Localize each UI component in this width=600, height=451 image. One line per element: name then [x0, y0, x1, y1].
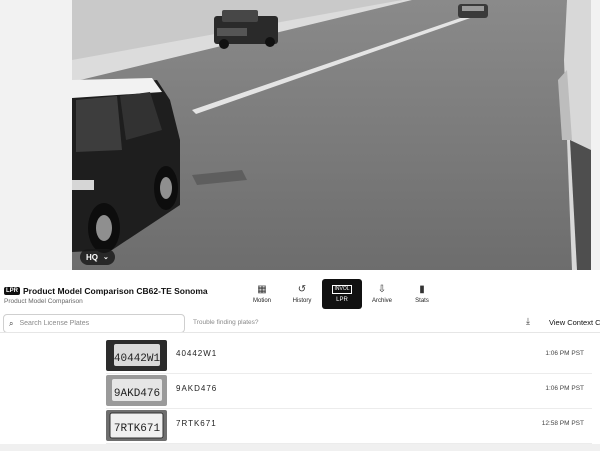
- tab-label: Stats: [415, 298, 429, 304]
- lpr-badge: LPR: [4, 287, 20, 295]
- camera-subtitle: Product Model Comparison: [4, 298, 83, 305]
- plate-number: 7RTK671: [176, 419, 217, 428]
- tab-lpr[interactable]: INVOL LPR: [322, 279, 362, 309]
- chevron-down-icon: ⌄: [103, 254, 109, 261]
- tab-label: LPR: [336, 297, 348, 303]
- highway-scene: [72, 0, 591, 270]
- list-item[interactable]: 40442W1 40442W1 1:06 PM PST: [106, 338, 592, 374]
- plate-timestamp: 1:06 PM PST: [545, 385, 584, 392]
- quality-label: HQ: [86, 252, 98, 262]
- tab-history[interactable]: ↺ History: [282, 279, 322, 309]
- camera-video-feed[interactable]: [72, 0, 591, 270]
- camera-header: LPR Product Model Comparison CB62-TE Son…: [4, 286, 208, 305]
- list-item[interactable]: 9AKD476 9AKD476 1:06 PM PST: [106, 373, 592, 409]
- search-input[interactable]: [17, 319, 172, 328]
- trouble-finding-plates-link[interactable]: Trouble finding plates?: [193, 319, 259, 326]
- video-quality-selector[interactable]: HQ ⌄: [80, 249, 115, 265]
- search-icon: ⌕: [9, 318, 14, 328]
- tab-label: History: [292, 298, 312, 304]
- plate-image: 7RTK671: [106, 410, 167, 441]
- grid-icon: ▦: [257, 284, 267, 295]
- view-context-button[interactable]: View Context C: [549, 318, 600, 327]
- tab-motion[interactable]: ▦ Motion: [242, 279, 282, 309]
- list-divider: [0, 332, 600, 333]
- plate-image-text: 7RTK671: [114, 423, 161, 435]
- search-box: ⌕: [3, 314, 185, 333]
- tab-label: Motion: [252, 298, 271, 304]
- list-item[interactable]: 7RTK671 7RTK671 12:58 PM PST: [106, 408, 592, 444]
- lpr-icon: INVOL: [332, 285, 352, 294]
- plate-image-text: 40442W1: [114, 353, 161, 365]
- left-margin: [0, 0, 72, 270]
- camera-title: Product Model Comparison CB62-TE Sonoma: [23, 286, 208, 296]
- archive-icon: ⇩: [377, 284, 387, 295]
- tab-archive[interactable]: ⇩ Archive: [362, 279, 402, 309]
- right-margin: [591, 0, 600, 270]
- plate-number: 9AKD476: [176, 384, 218, 393]
- plate-number: 40442W1: [176, 349, 218, 358]
- stats-icon: ▮: [419, 284, 425, 295]
- plate-timestamp: 1:06 PM PST: [545, 350, 584, 357]
- plate-image-text: 9AKD476: [114, 388, 160, 400]
- history-icon: ↺: [297, 284, 307, 295]
- tab-label: Archive: [371, 298, 392, 304]
- plate-image: 40442W1: [106, 340, 167, 371]
- plate-image: 9AKD476: [106, 375, 167, 406]
- camera-tabs: ▦ Motion ↺ History INVOL LPR ⇩ Archive ▮…: [242, 279, 442, 309]
- plate-timestamp: 12:58 PM PST: [541, 420, 584, 427]
- download-icon[interactable]: ⤓: [526, 316, 530, 327]
- tab-stats[interactable]: ▮ Stats: [402, 279, 442, 309]
- bottom-bar: [0, 444, 600, 451]
